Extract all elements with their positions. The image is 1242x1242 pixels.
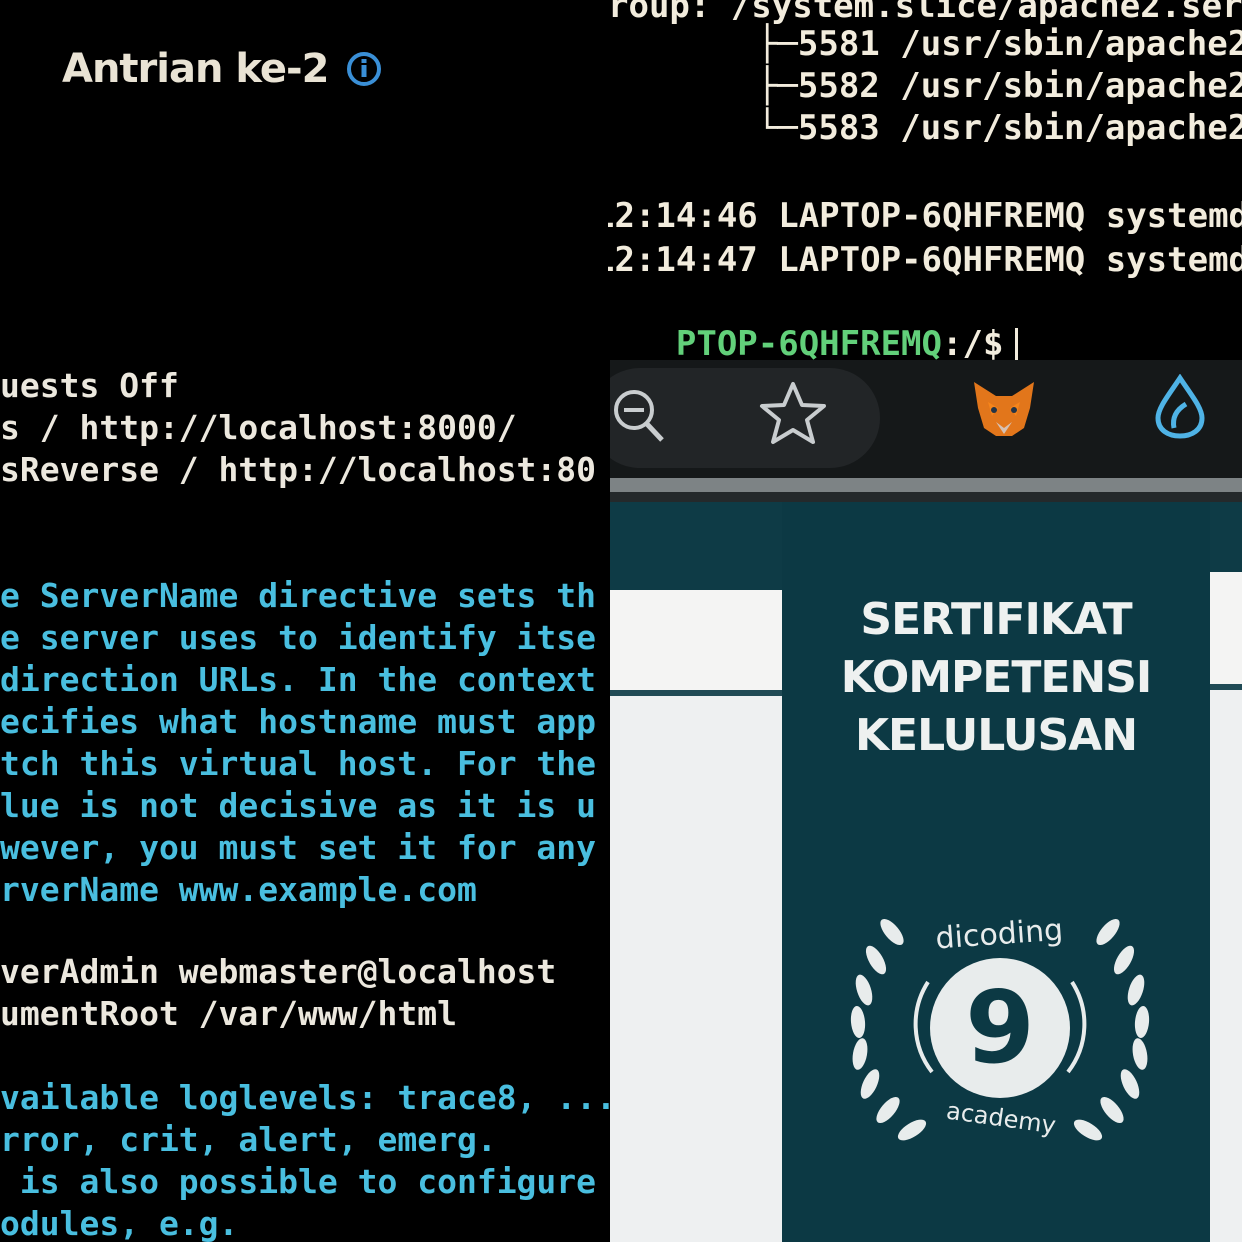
comment-line: is also possible to configure — [0, 1162, 597, 1201]
page-side-card-left — [610, 590, 782, 696]
certificate-title-line: SERTIFIKAT — [860, 594, 1132, 645]
page-side-card-right — [1210, 572, 1242, 690]
config-line: verAdmin webmaster@localhost — [0, 952, 557, 991]
browser-certificate-panel: SERTIFIKAT KOMPETENSI KELULUSAN 9 dicodi… — [610, 360, 1242, 1242]
metamask-fox-icon[interactable] — [970, 378, 1038, 440]
terminal-line: ├─5582 /usr/sbin/apache2 - — [716, 66, 1242, 106]
config-line: s / http://localhost:8000/ — [0, 408, 517, 447]
prompt-host: PTOP-6QHFREMQ — [675, 324, 942, 360]
terminal-line: roup: /system.slice/apache2.serv — [608, 0, 1242, 26]
browser-toolbar — [610, 360, 1242, 478]
comment-line: direction URLs. In the context — [0, 660, 597, 699]
toolbar-divider — [610, 478, 1242, 492]
comment-line: vailable loglevels: trace8, ... — [0, 1078, 610, 1117]
comment-line: wever, you must set it for any — [0, 828, 597, 867]
terminal-status-panel: roup: /system.slice/apache2.serv ├─5581 … — [608, 0, 1242, 360]
toolbar-divider-shadow — [610, 492, 1242, 502]
comment-line: odules, e.g. — [0, 1204, 239, 1242]
prompt-path: :/$ — [942, 324, 1004, 360]
comment-line: rverName www.example.com — [0, 870, 477, 909]
comment-line: ecifies what hostname must app — [0, 702, 597, 741]
bookmark-star-icon[interactable] — [758, 380, 828, 446]
info-circle-icon[interactable] — [346, 51, 382, 87]
certificate-banner: SERTIFIKAT KOMPETENSI KELULUSAN 9 dicodi… — [782, 502, 1210, 1242]
config-line: sReverse / http://localhost:80 — [0, 450, 597, 489]
queue-indicator: Antrian ke-2 — [62, 46, 382, 92]
terminal-line: ├─5581 /usr/sbin/apache2 - — [716, 24, 1242, 64]
comment-line: lue is not decisive as it is u — [0, 786, 597, 825]
certificate-title-line: KOMPETENSI — [840, 652, 1153, 703]
text-cursor — [1015, 327, 1019, 360]
apache-config-editor: uests Off s / http://localhost:8000/ sRe… — [0, 360, 610, 1242]
logo-text-bottom: academy — [945, 1097, 1058, 1140]
zoom-out-icon[interactable] — [610, 384, 666, 444]
comment-line: rror, crit, alert, emerg. — [0, 1120, 497, 1159]
log-line: 12:14:46 LAPTOP-6QHFREMQ systemd — [608, 196, 1242, 236]
dicoding-academy-logo: 9 dicoding academy — [850, 913, 1150, 1141]
certificate-title-line: KELULUSAN — [854, 710, 1138, 761]
comment-line: tch this virtual host. For the — [0, 744, 597, 783]
config-line: umentRoot /var/www/html — [0, 994, 457, 1033]
log-line: 12:14:47 LAPTOP-6QHFREMQ systemd — [608, 240, 1242, 280]
cropped-glyph-fragment — [178, 0, 238, 4]
logo-glyph: 9 — [965, 969, 1035, 1086]
queue-panel: Antrian ke-2 — [0, 0, 608, 360]
logo-text-top: dicoding — [934, 913, 1064, 957]
comment-line: e server uses to identify itse — [0, 618, 597, 657]
shell-prompt[interactable]: PTOP-6QHFREMQ:/$ — [608, 284, 1019, 360]
terminal-line: └─5583 /usr/sbin/apache2 - — [716, 108, 1242, 148]
comment-line: e ServerName directive sets th — [0, 576, 597, 615]
certificate-page: SERTIFIKAT KOMPETENSI KELULUSAN 9 dicodi… — [610, 502, 1242, 1242]
queue-label: Antrian ke-2 — [62, 46, 329, 92]
config-line: uests Off — [0, 366, 179, 405]
water-drop-icon[interactable] — [1152, 374, 1208, 440]
